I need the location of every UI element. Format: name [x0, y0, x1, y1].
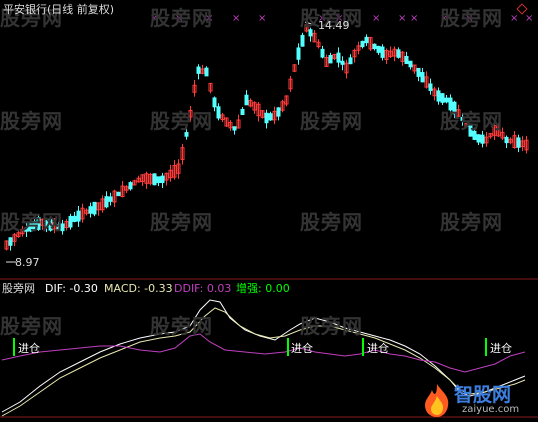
candle-body — [420, 72, 425, 83]
site-logo: 智股网 zaiyue.com — [420, 380, 532, 420]
signal-label: 进仓 — [490, 342, 512, 355]
candle-body — [408, 60, 413, 68]
candle-body — [196, 66, 201, 74]
candle-body — [152, 173, 157, 186]
candle-body — [504, 136, 509, 144]
candle-body — [8, 237, 13, 246]
cross-marker: × — [232, 13, 240, 24]
candle-body — [268, 113, 273, 121]
cross-marker: × — [410, 13, 418, 24]
signal-label: 进仓 — [291, 342, 313, 355]
candle-body — [364, 36, 369, 44]
candle-body — [328, 55, 333, 64]
candle-body — [396, 49, 401, 58]
candle-body — [476, 134, 481, 143]
watermark: 股旁网 — [0, 314, 63, 338]
candle-body — [212, 97, 217, 108]
candle-body — [216, 106, 221, 119]
candle-body — [204, 67, 209, 77]
logo-url: zaiyue.com — [462, 404, 520, 415]
candle-body — [336, 52, 341, 63]
candle-body — [372, 43, 377, 50]
watermark: 股旁网 — [150, 109, 213, 133]
candle-body — [416, 67, 421, 77]
candle-body — [72, 215, 77, 222]
zengqiang-label: 增强: 0.00 — [236, 282, 290, 295]
high-price-label: 14.49 — [318, 19, 350, 32]
candle-body — [76, 210, 81, 222]
candle-body — [296, 47, 301, 60]
candle-body — [276, 107, 281, 117]
candle-body — [440, 93, 445, 103]
logo-brand: 智股网 — [454, 384, 512, 406]
candle-body — [156, 176, 161, 184]
candle-body — [360, 40, 365, 48]
watermark: 股旁网 — [300, 109, 363, 133]
candle-body — [436, 90, 441, 102]
watermark: 股旁网 — [300, 314, 363, 338]
candle-body — [244, 94, 249, 106]
candle-body — [340, 60, 345, 65]
candle-body — [104, 196, 109, 208]
cross-marker: × — [525, 13, 533, 24]
flame-icon — [425, 384, 449, 417]
ddif-line — [1, 333, 526, 373]
candle-body — [380, 46, 385, 58]
candle-body — [108, 196, 113, 202]
watermark: 股旁网 — [440, 6, 503, 30]
candle-body — [516, 137, 521, 148]
watermark: 股旁网 — [440, 210, 503, 234]
candle-body — [92, 201, 97, 215]
candle-body — [444, 97, 449, 103]
candle-body — [320, 48, 325, 58]
candle-body — [160, 175, 165, 184]
candle-body — [240, 108, 245, 116]
candle-body — [116, 191, 121, 197]
low-price-label: 8.97 — [15, 256, 40, 269]
watermark: 股旁网 — [150, 6, 213, 30]
cross-marker: × — [510, 13, 518, 24]
macd-label: MACD: -0.33 — [104, 282, 173, 295]
stock-chart: × × × × × × × × × × × × × × 股旁网 股旁网 股旁网 股旁网 股旁网 股旁网 股… — [0, 0, 538, 422]
candle-body — [88, 206, 93, 214]
candle-body — [428, 83, 433, 91]
watermark: 股旁网 — [150, 314, 213, 338]
candle-body — [480, 134, 485, 144]
candle-body — [128, 182, 133, 190]
cross-marker: × — [372, 13, 380, 24]
candle-body — [264, 112, 269, 124]
ddif-label: DDIF: 0.03 — [174, 282, 232, 295]
security-title: 平安银行(日线 前复权) — [3, 3, 115, 16]
dif-label: DIF: -0.30 — [45, 282, 98, 295]
candle-body — [68, 215, 73, 228]
signal-label: 进仓 — [367, 342, 389, 355]
cross-marker: × — [258, 13, 266, 24]
watermark: 股旁网 — [440, 109, 503, 133]
candle-body — [300, 34, 305, 47]
candle-body — [404, 55, 409, 65]
candle-body — [232, 126, 237, 131]
cross-marker: × — [398, 13, 406, 24]
signal-label: 进仓 — [18, 342, 40, 355]
candle-body — [376, 45, 381, 53]
watermark: 股旁网 — [0, 210, 63, 234]
watermark: 股旁网 — [0, 109, 63, 133]
candle-body — [348, 57, 353, 65]
watermark: 股旁网 — [150, 210, 213, 234]
watermark: 股旁网 — [300, 210, 363, 234]
indicator-name: 股旁网 — [2, 282, 35, 295]
